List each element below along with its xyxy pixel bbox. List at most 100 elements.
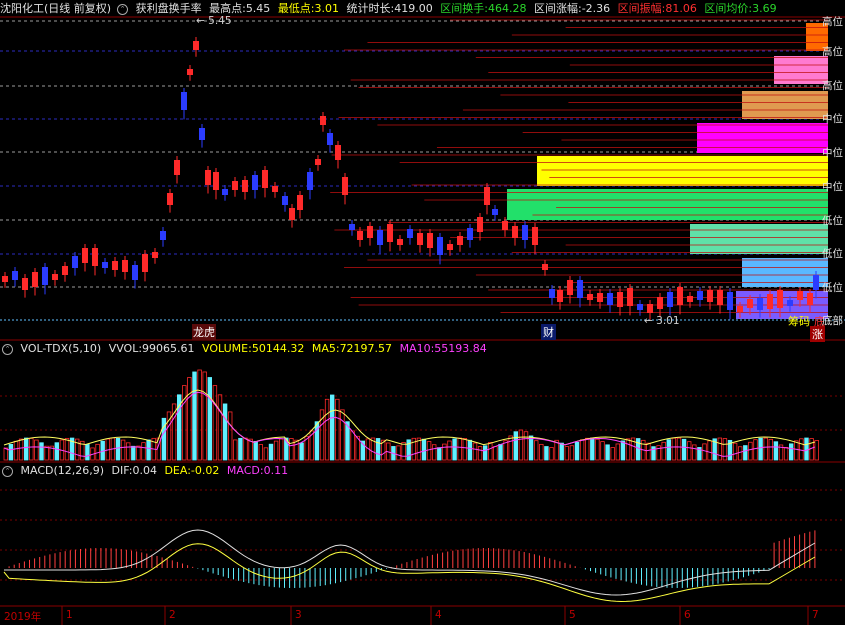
collapse-icon[interactable]: ⌃ — [2, 343, 13, 355]
candle-body — [232, 181, 238, 190]
volume-bar — [243, 437, 248, 461]
chart-canvas[interactable] — [0, 0, 845, 625]
date-label-jan: 1 — [66, 609, 73, 621]
board-tag[interactable]: 龙虎 — [192, 324, 216, 340]
candle-body — [597, 293, 603, 302]
candle-body — [484, 187, 490, 205]
volume-bar — [207, 377, 212, 461]
volume-bar — [590, 437, 595, 461]
candle-body — [142, 254, 148, 272]
candle-body — [512, 226, 518, 238]
volume-bar — [18, 438, 24, 461]
volume-bar — [39, 442, 44, 461]
candle-body — [549, 289, 555, 298]
volume-bar — [258, 444, 263, 461]
level-label: 底部 — [822, 315, 843, 327]
candle-body — [82, 248, 88, 263]
volume-bar — [636, 438, 641, 461]
volume-bar — [783, 446, 789, 461]
level-label: 低位 — [822, 248, 843, 260]
candle-body — [477, 217, 483, 232]
candle-body — [617, 292, 623, 307]
dea-line — [3, 543, 816, 603]
macd-indicator-name[interactable]: MACD(12,26,9) — [21, 464, 105, 477]
volume-bar — [661, 441, 666, 461]
vol-indicator-name[interactable]: VOL-TDX(5,10) — [21, 342, 102, 355]
candle-body — [320, 116, 326, 125]
volume-bar — [202, 371, 207, 461]
level-label: 中位 — [822, 181, 843, 193]
candle-body — [557, 290, 563, 302]
volume-bar — [671, 437, 677, 461]
volume-bar — [120, 439, 126, 461]
date-label-jun: 6 — [684, 609, 691, 621]
volume-bar — [375, 438, 381, 461]
volume-bar — [508, 435, 513, 461]
level-label: 高位 — [822, 16, 843, 28]
candle-body — [607, 293, 613, 305]
volume-bar — [564, 446, 569, 461]
volume-bar — [794, 440, 799, 461]
volume-bar — [340, 409, 345, 461]
volume-bar — [187, 377, 192, 461]
volume-bar — [222, 403, 228, 461]
candle-body — [193, 41, 199, 50]
volume-bar — [513, 431, 518, 461]
candle-body — [813, 275, 819, 290]
collapse-icon[interactable]: ⌃ — [2, 465, 13, 477]
volume-bar — [289, 438, 294, 461]
volume-bar — [329, 394, 335, 461]
volume-bar — [574, 441, 580, 461]
volume-bar — [732, 442, 738, 461]
volume-bar — [437, 447, 442, 461]
candle-body — [627, 288, 633, 306]
candle-body — [567, 280, 573, 295]
level-label: 低位 — [822, 282, 843, 294]
volume-bar — [426, 441, 432, 461]
vvol-value: 99065.61 — [142, 342, 195, 355]
volume-bar — [707, 440, 712, 461]
level-label: 高位 — [822, 46, 843, 58]
candle-body — [297, 195, 303, 210]
volume-bar — [3, 447, 8, 461]
chip-tag[interactable]: 筹码 — [788, 313, 810, 329]
volume-bar — [773, 441, 779, 461]
volume-bar — [136, 445, 141, 461]
candle-body — [467, 228, 473, 240]
candle-body — [22, 278, 28, 290]
volume-bar — [493, 446, 498, 461]
candle-body — [181, 92, 187, 110]
candle-body — [427, 233, 433, 248]
candle-body — [222, 189, 228, 195]
volume-bar — [646, 442, 651, 461]
candle-body — [397, 239, 403, 245]
candle-body — [687, 296, 693, 302]
volume-bar — [687, 441, 692, 461]
volume-bar — [753, 439, 758, 461]
ma5-label: MA5: — [311, 342, 340, 355]
candle-body — [407, 229, 413, 238]
volume-bar — [447, 440, 452, 461]
volume-bar — [595, 438, 600, 461]
candle-body — [282, 196, 288, 205]
date-label-year: 2019年 — [4, 611, 42, 623]
candle-body — [542, 264, 548, 270]
volume-bar — [544, 446, 549, 461]
volume-bar — [13, 440, 19, 461]
candle-body — [707, 290, 713, 302]
finance-tag[interactable]: 财 — [541, 324, 556, 340]
candle-body — [12, 271, 18, 280]
volume-bar — [625, 438, 631, 461]
candle-body — [132, 265, 138, 280]
candle-body — [2, 276, 8, 282]
volume-bar — [248, 438, 253, 461]
volume-bar — [146, 439, 151, 461]
volume-bar — [299, 442, 304, 461]
candle-body — [697, 291, 703, 300]
candle-body — [377, 230, 383, 245]
high-marker: ← 5.45 — [196, 15, 232, 27]
volume-bar — [498, 443, 503, 461]
volume-bar — [549, 447, 554, 461]
volume-bar — [789, 443, 794, 461]
volume-bar — [518, 429, 524, 461]
